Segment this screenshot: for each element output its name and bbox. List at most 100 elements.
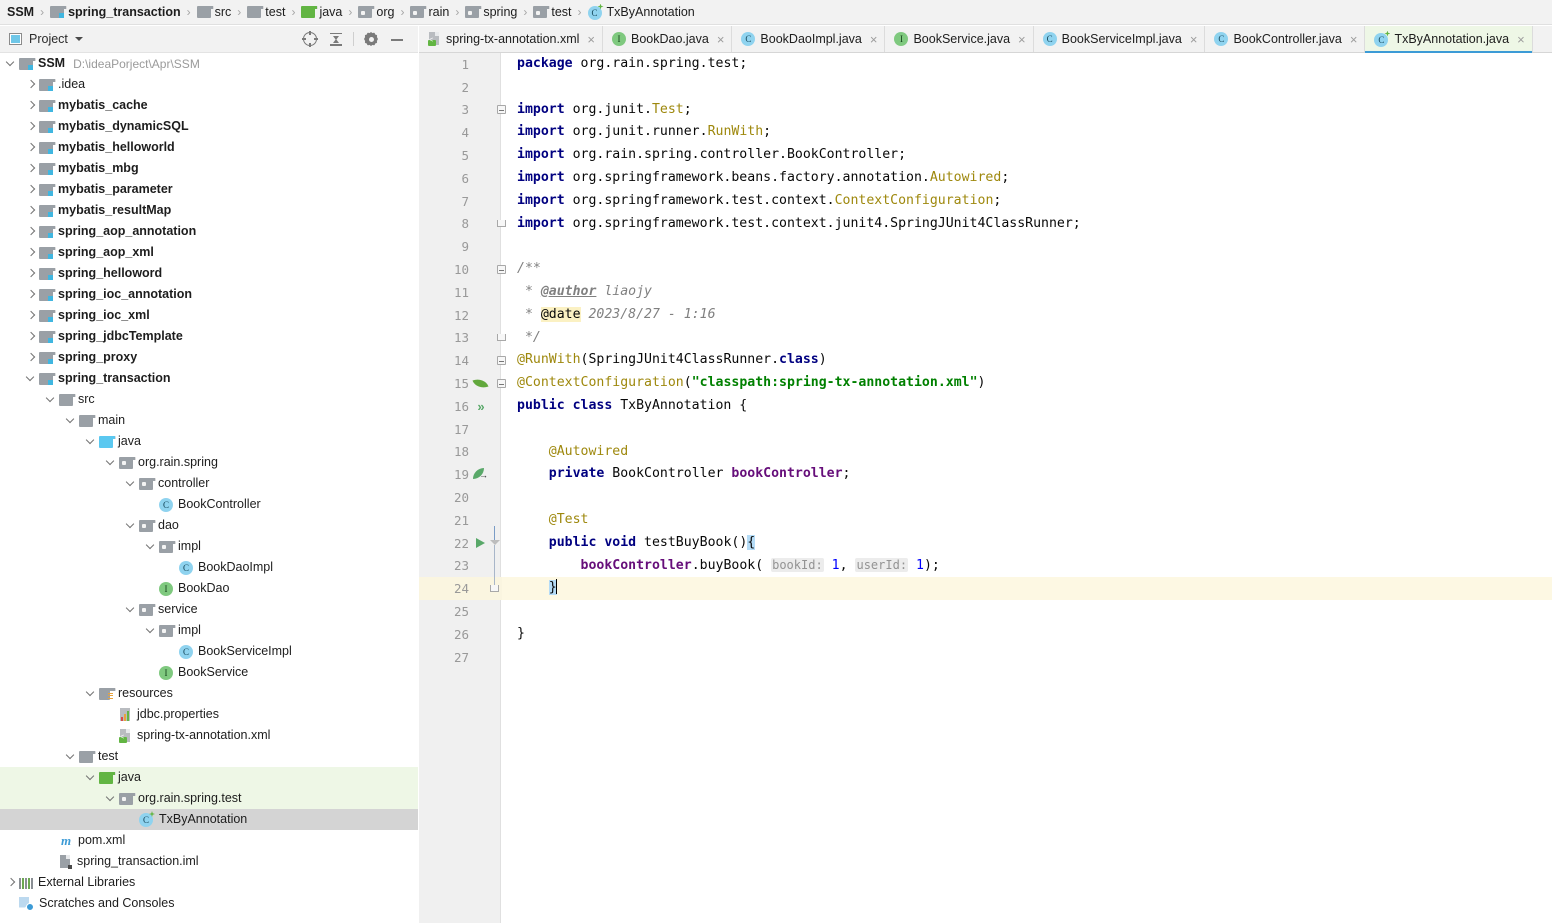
chevron-right-icon[interactable] (26, 206, 35, 215)
run-all-icon[interactable]: » (469, 395, 491, 417)
code-line-23[interactable]: 23 bookController.buyBook( bookId: 1, us… (419, 554, 1552, 578)
editor-tab-bar[interactable]: spring-tx-annotation.xml×IBookDao.java×C… (419, 26, 1552, 53)
code-line-17[interactable]: 17 (419, 418, 1552, 441)
tree-row-org-rain-spring[interactable]: org.rain.spring (0, 452, 418, 473)
tree-row-pom-xml[interactable]: m pom.xml (0, 830, 418, 851)
tree-row-spring-aop-annotation[interactable]: spring_aop_annotation (0, 221, 418, 242)
fold-marker-fold-end[interactable] (491, 327, 511, 350)
tree-row-org-rain-spring-test[interactable]: org.rain.spring.test (0, 788, 418, 809)
editor-tab-spring-tx-annotation-xml[interactable]: spring-tx-annotation.xml × (419, 26, 603, 52)
tree-row-spring-ioc-annotation[interactable]: spring_ioc_annotation (0, 284, 418, 305)
code-line-16[interactable]: 16» public class TxByAnnotation { (419, 395, 1552, 418)
code-line-22[interactable]: 22 public void testBuyBook(){ (419, 525, 1552, 555)
editor-tab-bookserviceimpl-java[interactable]: C BookServiceImpl.java × (1033, 26, 1206, 52)
tree-row-dao[interactable]: dao (0, 515, 418, 536)
chevron-right-icon[interactable] (26, 122, 35, 131)
chevron-down-icon[interactable] (86, 773, 95, 782)
chevron-down-icon[interactable] (86, 437, 95, 446)
tree-row-mybatis-parameter[interactable]: mybatis_parameter (0, 179, 418, 200)
chevron-right-icon[interactable] (26, 332, 35, 341)
fold-marker-fold-end-method[interactable] (490, 577, 511, 600)
editor-tab-bookcontroller-java[interactable]: C BookController.java × (1205, 26, 1366, 52)
tree-row-main[interactable]: main (0, 410, 418, 431)
breadcrumb-item-spring-transaction[interactable]: spring_transaction (49, 5, 182, 19)
chevron-down-icon[interactable] (66, 416, 75, 425)
chevron-right-icon[interactable] (26, 290, 35, 299)
tree-row-bookdao[interactable]: I BookDao (0, 578, 418, 599)
tree-row-bookserviceimpl[interactable]: C BookServiceImpl (0, 641, 418, 662)
code-line-5[interactable]: 5 import org.rain.spring.controller.BookC… (419, 144, 1552, 167)
tree-row-bookcontroller[interactable]: C BookController (0, 494, 418, 515)
chevron-down-icon[interactable] (26, 374, 35, 383)
breadcrumb-item-java[interactable]: java (300, 5, 343, 19)
tree-row-mybatis-mbg[interactable]: mybatis_mbg (0, 158, 418, 179)
project-tree[interactable]: SSM D:\ideaPorject\Apr\SSM .idea mybatis_ca… (0, 53, 418, 923)
code-line-18[interactable]: 18 @Autowired (419, 441, 1552, 464)
chevron-down-icon[interactable] (46, 395, 55, 404)
chevron-down-icon[interactable] (106, 794, 115, 803)
fold-marker-fold-open[interactable] (491, 372, 511, 395)
chevron-down-icon[interactable] (6, 59, 15, 68)
tree-row-src[interactable]: src (0, 389, 418, 410)
collapse-all-icon[interactable] (323, 28, 349, 50)
tree-row-java[interactable]: java (0, 767, 418, 788)
close-icon[interactable]: × (1190, 33, 1198, 46)
tree-row-txbyannotation[interactable]: C TxByAnnotation (0, 809, 418, 830)
code-content[interactable]: 1 package org.rain.spring.test; 2 3 import o… (419, 53, 1552, 923)
chevron-right-icon[interactable] (26, 248, 35, 257)
chevron-down-icon[interactable] (126, 521, 135, 530)
editor-tab-bookdao-java[interactable]: I BookDao.java × (603, 26, 733, 52)
code-line-2[interactable]: 2 (419, 76, 1552, 99)
code-line-12[interactable]: 12 * @date 2023/8/27 - 1:16 (419, 304, 1552, 327)
run-test-icon[interactable] (469, 532, 491, 554)
chevron-down-icon[interactable] (126, 479, 135, 488)
tree-row-spring-helloword[interactable]: spring_helloword (0, 263, 418, 284)
breadcrumb-item-test[interactable]: test (532, 5, 572, 19)
fold-marker-fold-open[interactable] (491, 349, 511, 372)
editor-tab-bookservice-java[interactable]: I BookService.java × (885, 26, 1034, 52)
chevron-right-icon[interactable] (26, 353, 35, 362)
code-editor[interactable]: 1 package org.rain.spring.test; 2 3 import o… (419, 53, 1552, 923)
tree-row-controller[interactable]: controller (0, 473, 418, 494)
gear-icon[interactable] (358, 28, 384, 50)
tree-row-jdbc-properties[interactable]: jdbc.properties (0, 704, 418, 725)
code-line-27[interactable]: 27 (419, 646, 1552, 669)
editor-tab-txbyannotation-java[interactable]: C TxByAnnotation.java × (1365, 26, 1533, 53)
close-icon[interactable]: × (1350, 33, 1358, 46)
chevron-down-icon[interactable] (146, 542, 155, 551)
close-icon[interactable]: × (1517, 33, 1525, 46)
tree-row-mybatis-cache[interactable]: mybatis_cache (0, 95, 418, 116)
tree-row-scratches-and-consoles[interactable]: Scratches and Consoles (0, 893, 418, 914)
tree-row-impl[interactable]: impl (0, 620, 418, 641)
breadcrumb-item-test[interactable]: test (246, 5, 286, 19)
code-line-10[interactable]: 10 /** (419, 258, 1552, 281)
tree-row-spring-transaction[interactable]: spring_transaction (0, 368, 418, 389)
chevron-right-icon[interactable] (26, 101, 35, 110)
code-line-20[interactable]: 20 (419, 486, 1552, 509)
code-line-3[interactable]: 3 import org.junit.Test; (419, 99, 1552, 122)
locate-icon[interactable] (297, 28, 323, 50)
tree-row-mybatis-helloworld[interactable]: mybatis_helloworld (0, 137, 418, 158)
tree-row-test[interactable]: test (0, 746, 418, 767)
tree-row-external-libraries[interactable]: External Libraries (0, 872, 418, 893)
tree-row-impl[interactable]: impl (0, 536, 418, 557)
tree-row-service[interactable]: service (0, 599, 418, 620)
close-icon[interactable]: × (587, 33, 595, 46)
editor-tab-bookdaoimpl-java[interactable]: C BookDaoImpl.java × (732, 26, 886, 52)
breadcrumb-item-src[interactable]: src (196, 5, 233, 19)
code-line-14[interactable]: 14 @RunWith(SpringJUnit4ClassRunner.class… (419, 349, 1552, 372)
close-icon[interactable]: × (870, 33, 878, 46)
breadcrumb-item-ssm[interactable]: SSM (6, 5, 35, 19)
close-icon[interactable]: × (717, 33, 725, 46)
tree-row-mybatis-dynamicsql[interactable]: mybatis_dynamicSQL (0, 116, 418, 137)
chevron-right-icon[interactable] (26, 185, 35, 194)
tree-row-bookservice[interactable]: I BookService (0, 662, 418, 683)
tree-row-spring-aop-xml[interactable]: spring_aop_xml (0, 242, 418, 263)
tree-row-ssm[interactable]: SSM D:\ideaPorject\Apr\SSM (0, 53, 418, 74)
close-icon[interactable]: × (1018, 33, 1026, 46)
tree-row-spring-transaction-iml[interactable]: spring_transaction.iml (0, 851, 418, 872)
chevron-down-icon[interactable] (106, 458, 115, 467)
code-line-4[interactable]: 4 import org.junit.runner.RunWith; (419, 121, 1552, 144)
tree-row-spring-ioc-xml[interactable]: spring_ioc_xml (0, 305, 418, 326)
code-line-13[interactable]: 13 */ (419, 327, 1552, 350)
